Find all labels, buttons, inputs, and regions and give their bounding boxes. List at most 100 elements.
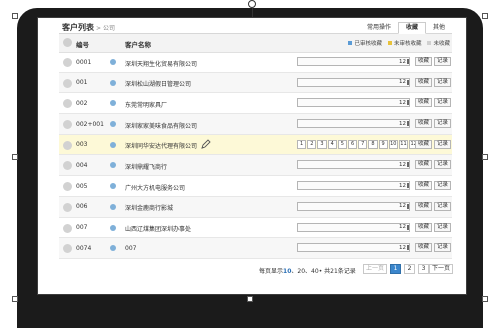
customer-name-link[interactable]: 深圳家家美味食品有限公司: [125, 121, 197, 130]
record-button[interactable]: 记录: [434, 57, 451, 66]
row-checkbox[interactable]: [63, 202, 72, 212]
row-code: 004: [76, 161, 88, 169]
page-number-button[interactable]: 8: [368, 139, 378, 149]
page-number-button[interactable]: 1: [297, 139, 307, 149]
resize-handle-bottom-right[interactable]: [482, 296, 488, 302]
favorite-button[interactable]: 收藏: [415, 119, 432, 129]
resize-handle-bottom-center[interactable]: [247, 296, 253, 302]
customer-name-link[interactable]: 东莞常明家具厂: [125, 100, 167, 109]
prev-page-button[interactable]: 上一页: [363, 264, 387, 274]
row-checkbox[interactable]: [63, 58, 72, 67]
record-button[interactable]: 记录: [434, 243, 451, 253]
row-checkbox[interactable]: [63, 120, 72, 130]
page-button[interactable]: 1: [390, 264, 401, 274]
row-checkbox[interactable]: [63, 244, 72, 254]
column-header-name[interactable]: 客户名称: [125, 39, 151, 49]
page-number-button[interactable]: 11: [398, 139, 409, 149]
row-checkbox[interactable]: [63, 182, 72, 192]
resize-handle-mid-left[interactable]: [12, 154, 18, 160]
favorite-button[interactable]: 收藏: [415, 98, 432, 108]
table-row[interactable]: 006 深圳金鹿商行影城 12 收藏 记录: [59, 196, 452, 218]
tab-1[interactable]: 收藏: [397, 22, 426, 34]
favorite-button[interactable]: 收藏: [415, 77, 432, 87]
page-size-40-link[interactable]: 40: [311, 268, 319, 275]
favorite-button[interactable]: 收藏: [415, 139, 432, 149]
row-checkbox[interactable]: [63, 161, 72, 171]
row-checkbox[interactable]: [63, 78, 72, 88]
favorite-button[interactable]: 收藏: [415, 57, 432, 66]
table-row[interactable]: 004 深圳鼎耀飞商行 12 收藏 记录: [59, 155, 452, 177]
page-number-button[interactable]: 7: [358, 139, 368, 149]
count-field: 12: [297, 222, 410, 232]
customer-name-link[interactable]: 深圳金鹿商行影城: [125, 203, 173, 212]
customer-name-link[interactable]: 山西辽煤集团深圳办事处: [125, 224, 191, 233]
next-page-button[interactable]: 下一页: [429, 264, 453, 274]
record-button[interactable]: 记录: [434, 139, 451, 149]
resize-handle-top-left[interactable]: [12, 13, 18, 19]
resize-handle-top-right[interactable]: [482, 13, 488, 19]
page-number-button[interactable]: 4: [327, 139, 337, 149]
record-button[interactable]: 记录: [434, 77, 451, 87]
record-button[interactable]: 记录: [434, 160, 451, 170]
page-button[interactable]: 3: [418, 264, 429, 274]
customer-name-link[interactable]: 007: [125, 245, 136, 252]
resize-handle-mid-right[interactable]: [482, 154, 488, 160]
count-field: 12: [297, 119, 410, 129]
status-indicator-icon: [110, 59, 116, 65]
tab-2[interactable]: 其他: [426, 23, 452, 33]
tab-0[interactable]: 常用操作: [360, 23, 398, 33]
breadcrumb-separator: >: [96, 25, 102, 32]
record-button[interactable]: 记录: [434, 119, 451, 129]
customer-name-link[interactable]: 深圳同华安达代理有限公司: [125, 141, 197, 150]
record-button[interactable]: 记录: [434, 201, 451, 211]
status-indicator-icon: [110, 162, 116, 169]
row-checkbox[interactable]: [63, 140, 72, 150]
page-number-button[interactable]: 10: [388, 139, 398, 149]
row-checkbox[interactable]: [63, 223, 72, 233]
count-field: 12: [297, 201, 410, 211]
favorite-button[interactable]: 收藏: [415, 222, 432, 232]
table-row[interactable]: 001 深圳松山湖假日管理公司 12 收藏 记录: [59, 72, 452, 94]
table-row[interactable]: 0001 深圳天翔生化贸易有限公司 12 收藏 记录: [59, 52, 452, 73]
page-size-20-link[interactable]: 20: [297, 268, 305, 275]
pager-prefix: 每页显示: [259, 268, 284, 275]
favorite-button[interactable]: 收藏: [415, 181, 432, 191]
customer-name-link[interactable]: 深圳鼎耀飞商行: [125, 162, 167, 171]
table-row[interactable]: 005 广州大方机电服务公司 12 收藏 记录: [59, 176, 452, 197]
record-button[interactable]: 记录: [434, 98, 451, 108]
favorite-button[interactable]: 收藏: [415, 160, 432, 170]
column-header-code[interactable]: 编号: [76, 39, 89, 49]
row-code: 006: [76, 203, 88, 211]
table-row[interactable]: 0074 007 12 收藏 记录: [59, 238, 452, 259]
count-marker: [407, 203, 409, 209]
rotate-handle-icon[interactable]: [248, 0, 256, 8]
select-all-checkbox[interactable]: [63, 38, 72, 47]
page-number-button[interactable]: 2: [307, 139, 317, 149]
legend-item: 未收藏: [427, 39, 450, 47]
resize-handle-bottom-left[interactable]: [12, 296, 18, 302]
table-row[interactable]: 003 深圳同华安达代理有限公司 1 2 3 4 5 6 7 8 9 10 11 12 收藏 记录: [59, 134, 452, 156]
page-header: 客户列表 > 公司 常用操作 收藏 其他: [59, 20, 452, 34]
record-button[interactable]: 记录: [434, 181, 451, 191]
record-button[interactable]: 记录: [434, 222, 451, 232]
customer-name-link[interactable]: 深圳松山湖假日管理公司: [125, 79, 191, 88]
page-number-button[interactable]: 6: [347, 139, 358, 149]
page-number-button[interactable]: 9: [378, 139, 388, 149]
customer-name-link[interactable]: 广州大方机电服务公司: [125, 183, 185, 192]
customer-name-link[interactable]: 深圳天翔生化贸易有限公司: [125, 59, 197, 68]
table-row[interactable]: 007 山西辽煤集团深圳办事处 12 收藏 记录: [59, 218, 452, 239]
favorite-button[interactable]: 收藏: [415, 243, 432, 253]
table-row[interactable]: 002+001 深圳家家美味食品有限公司 12 收藏 记录: [59, 114, 452, 135]
page-number-button[interactable]: 5: [337, 139, 347, 149]
favorite-button[interactable]: 收藏: [415, 201, 432, 211]
count-marker: [407, 121, 409, 127]
row-code: 007: [76, 224, 88, 231]
page-number-button[interactable]: 3: [317, 139, 327, 149]
page-button[interactable]: 2: [404, 264, 415, 274]
breadcrumb[interactable]: 公司: [103, 25, 115, 32]
pencil-icon[interactable]: [201, 139, 211, 149]
count-field: 12: [297, 181, 410, 191]
table-row[interactable]: 002 东莞常明家具厂 12 收藏 记录: [59, 93, 452, 115]
row-checkbox[interactable]: [63, 99, 72, 109]
row-code: 005: [76, 182, 88, 190]
